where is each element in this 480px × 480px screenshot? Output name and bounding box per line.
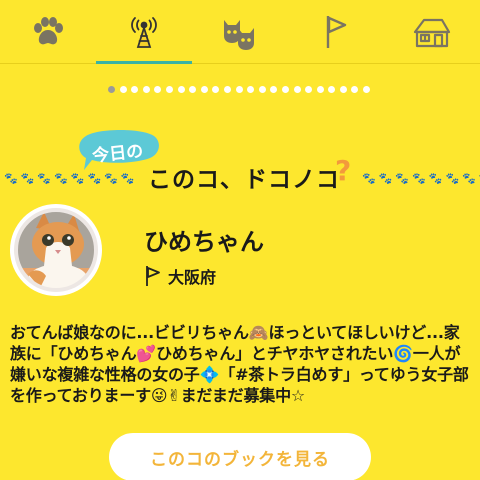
- question-mark: ?: [335, 154, 352, 187]
- top-tab-bar: [0, 0, 480, 64]
- page-dot[interactable]: [316, 86, 324, 93]
- today-label: 今日の: [91, 141, 145, 167]
- page-dot[interactable]: [258, 86, 266, 93]
- page-dot[interactable]: [270, 86, 278, 93]
- profile-description: おてんば娘なのに...ビビリちゃん🙈ほっといてほしいけど...家族に「ひめちゃん…: [10, 323, 469, 405]
- cat-photo: [14, 208, 98, 292]
- cat-faces-icon: [224, 20, 254, 50]
- page-dot-active[interactable]: [108, 86, 115, 93]
- view-book-button[interactable]: このコのブックを見る: [109, 433, 371, 480]
- page-dot[interactable]: [281, 86, 289, 93]
- page-dot[interactable]: [293, 86, 301, 93]
- paw-icon: [34, 17, 63, 45]
- page-dot[interactable]: [247, 86, 255, 93]
- page-dot[interactable]: [200, 86, 208, 93]
- cat-name: ひめちゃん: [144, 228, 264, 256]
- page-dot[interactable]: [154, 86, 162, 93]
- page-indicator: [108, 86, 371, 93]
- flag-icon: [326, 16, 347, 48]
- page-dot[interactable]: [131, 86, 139, 93]
- tab-cats[interactable]: [192, 0, 288, 64]
- house-icon: [413, 18, 451, 48]
- avatar[interactable]: [10, 204, 102, 296]
- page-dot[interactable]: [165, 86, 173, 93]
- flag-icon: [146, 266, 160, 286]
- page-dot[interactable]: [119, 86, 127, 93]
- page-dot[interactable]: [223, 86, 231, 93]
- tab-broadcast[interactable]: [96, 0, 192, 64]
- page-dot[interactable]: [177, 86, 185, 93]
- page-dot[interactable]: [351, 86, 359, 93]
- page-dot[interactable]: [328, 86, 336, 93]
- broadcast-tower-icon: [131, 17, 157, 48]
- tab-flag[interactable]: [288, 0, 384, 64]
- page-dot[interactable]: [235, 86, 243, 93]
- tab-house[interactable]: [384, 0, 480, 64]
- location: 大阪府: [144, 264, 216, 288]
- page-dot[interactable]: [212, 86, 220, 93]
- location-label: 大阪府: [168, 268, 217, 287]
- page-dot[interactable]: [189, 86, 197, 93]
- page-dot[interactable]: [339, 86, 347, 93]
- page-dot[interactable]: [363, 86, 371, 93]
- page-dot[interactable]: [305, 86, 313, 93]
- tab-paw[interactable]: [0, 0, 96, 64]
- paw-trail-left: 🐾🐾🐾🐾🐾🐾🐾🐾🐾🐾: [4, 172, 136, 185]
- paw-trail-right: 🐾🐾🐾🐾🐾🐾🐾🐾🐾🐾: [362, 172, 480, 185]
- page-title: このコ、ドコノコ: [148, 167, 340, 193]
- page-dot[interactable]: [142, 86, 150, 93]
